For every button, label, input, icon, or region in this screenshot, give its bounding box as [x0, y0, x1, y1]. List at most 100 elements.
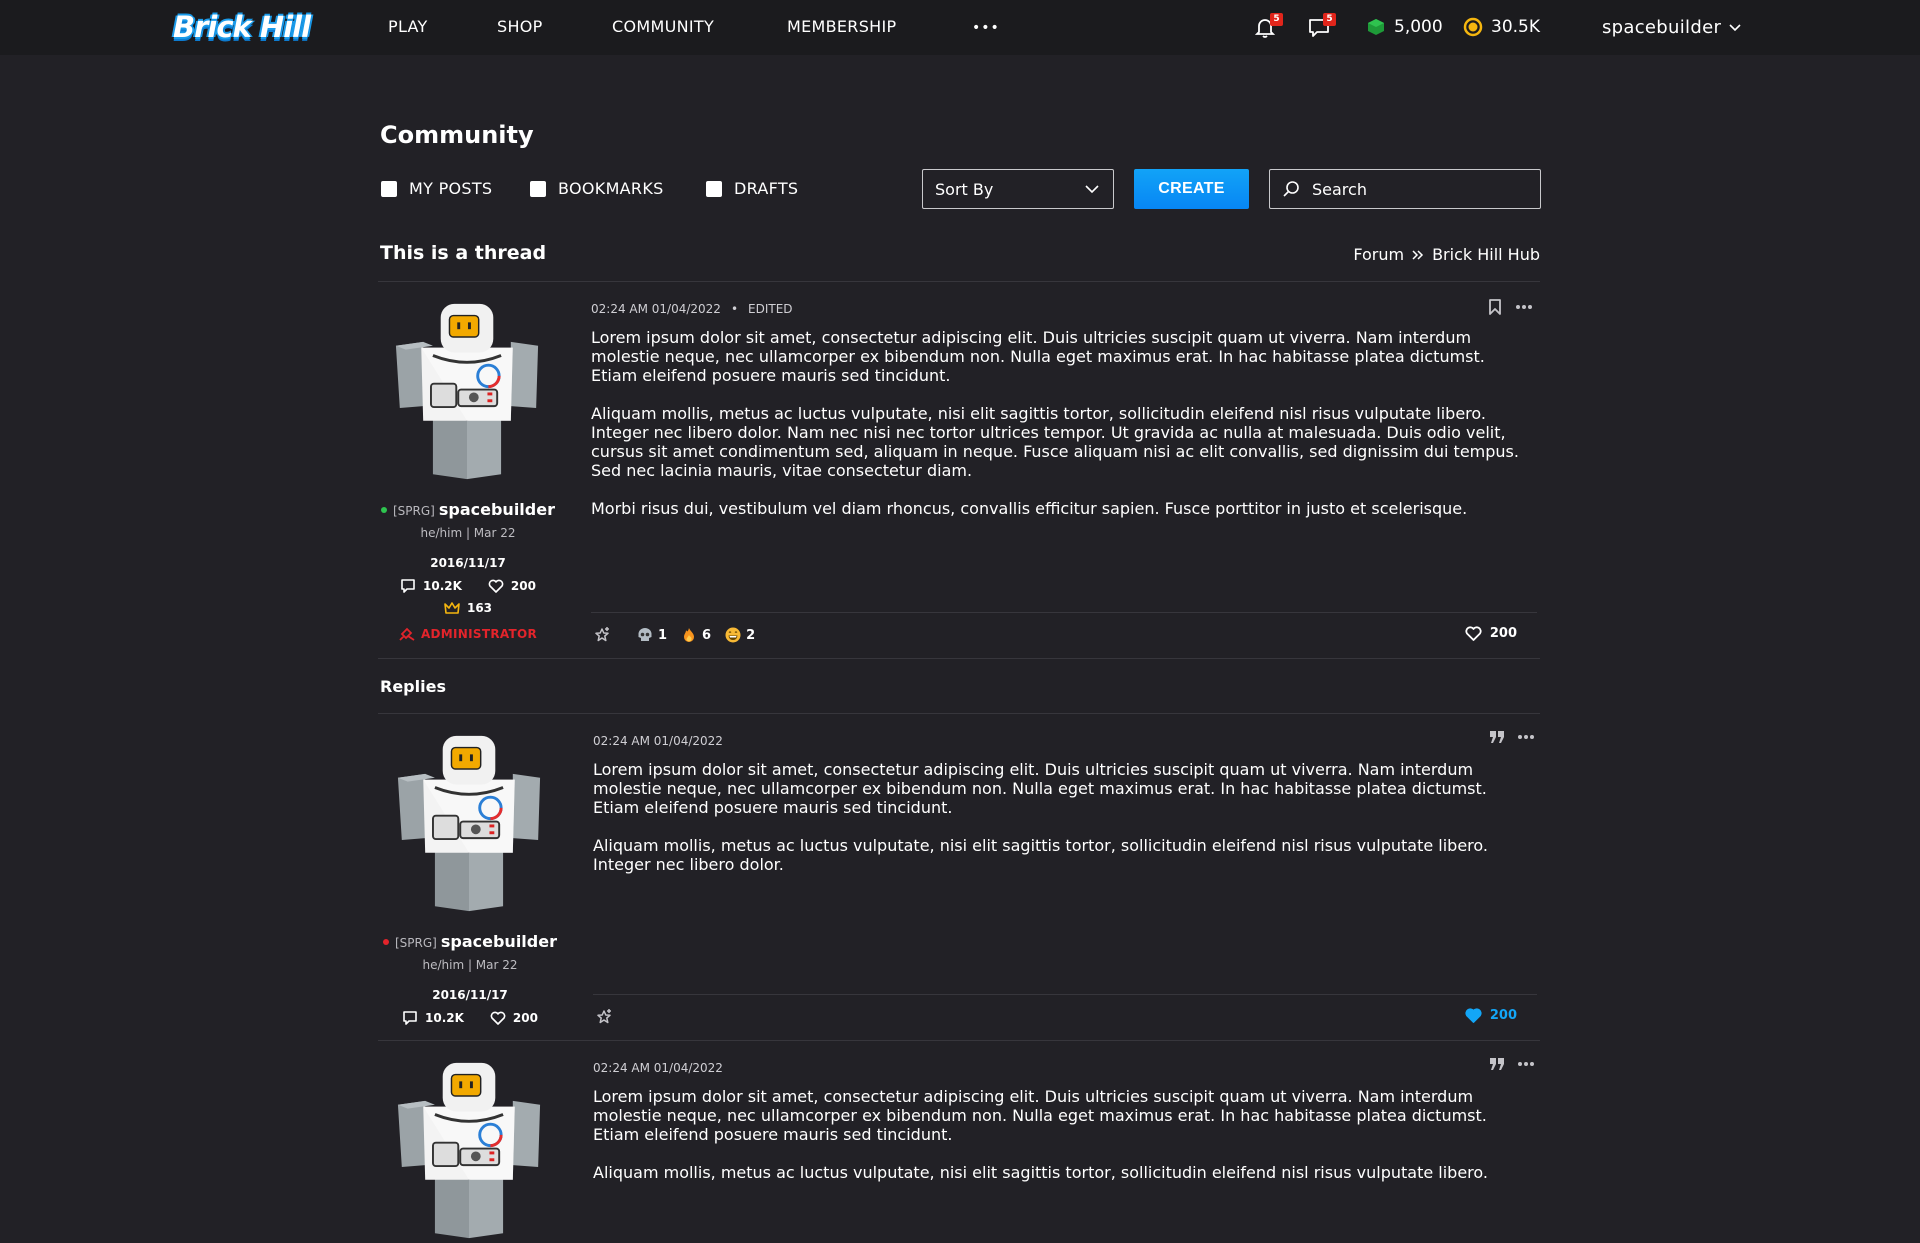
- post-content: 02:24 AM 01/04/2022 Lorem ipsum dolor si…: [593, 731, 1542, 1041]
- like-button[interactable]: 200: [1465, 626, 1517, 641]
- reaction-grin[interactable]: 2: [725, 627, 755, 643]
- bookmark-button[interactable]: [1488, 299, 1502, 315]
- brick-hill-logo[interactable]: Brick Hill: [173, 9, 325, 45]
- post-actions: [1490, 731, 1534, 743]
- star-plus-icon: [595, 627, 609, 642]
- checkbox[interactable]: [530, 180, 546, 197]
- quote-button[interactable]: [1490, 731, 1504, 743]
- author-crowns: 163: [378, 601, 558, 615]
- divider: [378, 281, 1540, 282]
- avatar[interactable]: [392, 299, 542, 484]
- author-username[interactable]: spacebuilder: [441, 932, 557, 951]
- ellipsis-icon: [1516, 305, 1532, 309]
- author-pronouns: he/him | Mar 22: [422, 958, 518, 972]
- notifications-badge: 5: [1270, 13, 1283, 26]
- reaction-count: 6: [702, 627, 712, 643]
- search-box[interactable]: [1269, 169, 1541, 209]
- top-navbar: Brick Hill PLAY SHOP COMMUNITY MEMBERSHI…: [0, 0, 1920, 55]
- author-stats: 10.2K 200: [380, 1010, 560, 1026]
- add-reaction-button[interactable]: [595, 1008, 613, 1026]
- post-count: 10.2K: [402, 1010, 464, 1026]
- fire-icon: [684, 628, 695, 642]
- bricks-balance[interactable]: 5,000: [1366, 17, 1443, 37]
- breadcrumb-forum[interactable]: Forum: [1353, 245, 1404, 264]
- like-count: 200: [1489, 626, 1517, 641]
- post-paragraph: Lorem ipsum dolor sit amet, consectetur …: [593, 760, 1487, 817]
- like-count: 200: [1489, 1008, 1517, 1023]
- star-plus-icon: [597, 1009, 611, 1024]
- reaction-fire[interactable]: 6: [681, 627, 711, 643]
- author-username[interactable]: spacebuilder: [439, 500, 555, 519]
- avatar[interactable]: [394, 1058, 544, 1243]
- post-content: 02:24 AM 01/04/2022 • EDITED Lorem ipsum…: [591, 299, 1540, 659]
- author-join-date: 2016/11/17: [430, 556, 506, 570]
- divider: [378, 658, 1540, 659]
- bricks-amount: 5,000: [1394, 17, 1443, 37]
- reaction-skull[interactable]: 1: [637, 627, 667, 643]
- bookmark-icon: [1489, 299, 1501, 315]
- skull-icon: [638, 628, 652, 641]
- page-title: Community: [380, 121, 534, 149]
- divider: [378, 713, 1540, 714]
- post-content: 02:24 AM 01/04/2022 Lorem ipsum dolor si…: [593, 1058, 1542, 1188]
- search-input[interactable]: [1312, 179, 1512, 199]
- clan-tag[interactable]: [SPRG]: [393, 504, 435, 518]
- thread-title: This is a thread: [380, 242, 547, 264]
- user-menu[interactable]: spacebuilder: [1602, 17, 1741, 38]
- filter-bookmarks[interactable]: BOOKMARKS: [530, 179, 664, 198]
- avatar[interactable]: [394, 731, 544, 916]
- nav-link-membership[interactable]: MEMBERSHIP: [787, 17, 896, 36]
- separator-dot: •: [730, 302, 739, 316]
- post-count-value: 10.2K: [425, 1011, 464, 1025]
- like-button[interactable]: 200: [1465, 1008, 1517, 1023]
- gavel-icon: [399, 627, 415, 641]
- ellipsis-icon: [1518, 735, 1534, 739]
- post-count: 10.2K: [400, 578, 462, 594]
- coin-icon: [1463, 17, 1483, 37]
- post-paragraph: Aliquam mollis, metus ac luctus vulputat…: [593, 1163, 1488, 1182]
- quote-button[interactable]: [1490, 1058, 1504, 1070]
- replies-heading: Replies: [380, 677, 446, 696]
- heart-icon: [488, 579, 504, 593]
- more-options-button[interactable]: [1518, 735, 1534, 739]
- divider: [378, 1040, 1540, 1041]
- create-button[interactable]: CREATE: [1134, 169, 1249, 209]
- post-paragraph: Morbi risus dui, vestibulum vel diam rho…: [591, 499, 1468, 518]
- heart-icon: [1465, 626, 1482, 641]
- filter-drafts[interactable]: DRAFTS: [706, 179, 798, 198]
- more-options-button[interactable]: [1516, 305, 1532, 309]
- username: spacebuilder: [1602, 17, 1722, 38]
- post-actions: [1488, 299, 1532, 315]
- filter-label: DRAFTS: [734, 179, 799, 198]
- crowns-value: 163: [466, 601, 493, 615]
- sort-by-dropdown[interactable]: Sort By: [922, 169, 1114, 209]
- online-status-dot: [381, 507, 387, 513]
- post-paragraph: Aliquam mollis, metus ac luctus vulputat…: [593, 836, 1488, 874]
- nav-link-community[interactable]: COMMUNITY: [612, 17, 714, 36]
- checkbox[interactable]: [381, 180, 397, 197]
- nav-link-play[interactable]: PLAY: [388, 17, 428, 36]
- likes-value: 200: [510, 579, 536, 593]
- checkbox[interactable]: [706, 180, 722, 197]
- add-reaction-button[interactable]: [593, 626, 611, 644]
- grin-icon: [725, 627, 741, 643]
- filter-my-posts[interactable]: MY POSTS: [381, 179, 492, 198]
- post-meta: 02:24 AM 01/04/2022: [593, 1061, 723, 1075]
- reactions: [595, 1008, 613, 1026]
- nav-link-shop[interactable]: SHOP: [497, 17, 543, 36]
- likes-value: 200: [512, 1011, 538, 1025]
- post-paragraph: Lorem ipsum dolor sit amet, consectetur …: [591, 328, 1485, 385]
- reaction-count: 1: [658, 627, 668, 643]
- double-chevron-right-icon: [1412, 249, 1424, 260]
- quote-icon: [1490, 1058, 1504, 1070]
- quote-icon: [1490, 731, 1504, 743]
- clan-tag[interactable]: [SPRG]: [395, 936, 437, 950]
- more-menu-icon[interactable]: •••: [972, 20, 1000, 36]
- breadcrumb-brick-hill-hub[interactable]: Brick Hill Hub: [1432, 245, 1540, 264]
- bucks-balance[interactable]: 30.5K: [1463, 17, 1540, 37]
- heart-icon: [490, 1011, 506, 1025]
- more-options-button[interactable]: [1518, 1062, 1534, 1066]
- messages-button[interactable]: 5: [1308, 13, 1336, 39]
- notifications-button[interactable]: 5: [1254, 13, 1283, 39]
- reply-post: 02:24 AM 01/04/2022 Lorem ipsum dolor si…: [380, 1058, 1542, 1240]
